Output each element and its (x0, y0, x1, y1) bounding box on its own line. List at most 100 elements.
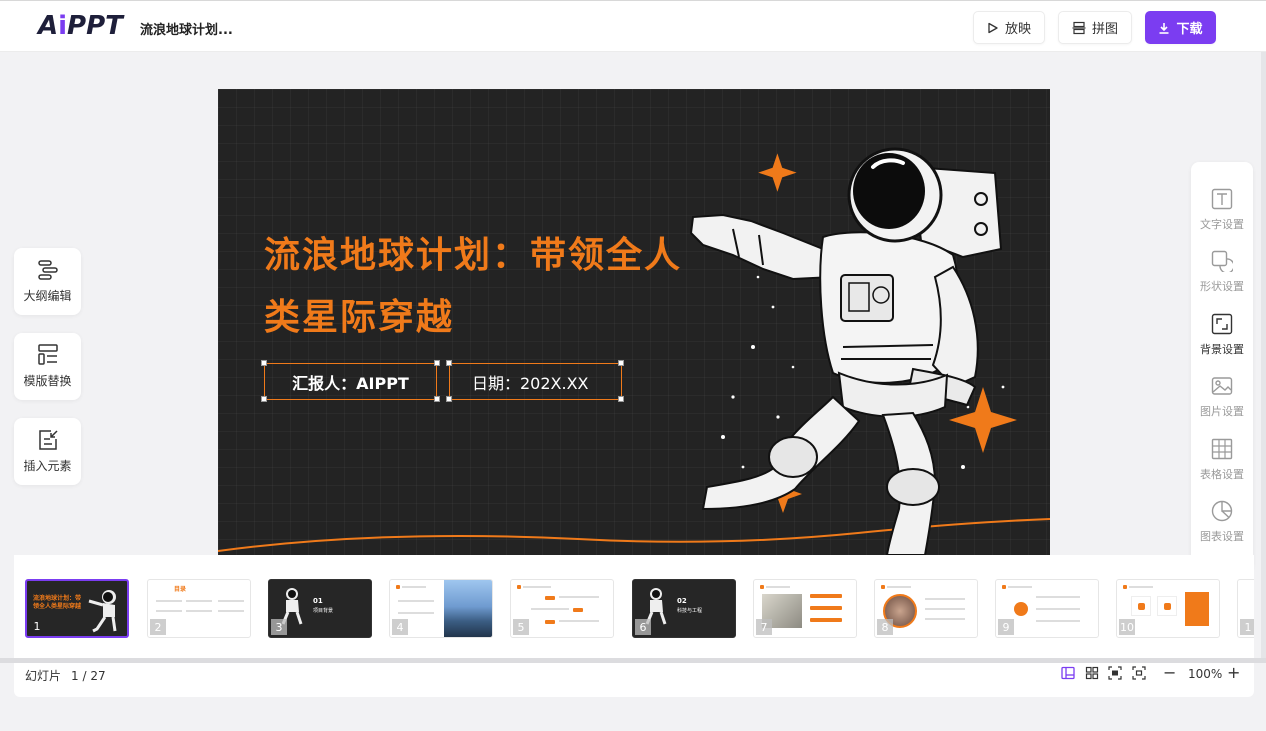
image-settings-button[interactable]: 图片设置 (1191, 375, 1253, 419)
slide-thumbnail[interactable]: 流浪地球计划：带领全人类星际穿越 1 (25, 579, 129, 638)
template-replace-button[interactable]: 模版替换 (14, 333, 81, 400)
city-photo (444, 580, 492, 637)
slide-thumbnail[interactable]: 7 (753, 579, 857, 638)
thumb-line (925, 608, 965, 610)
insert-label: 插入元素 (23, 459, 72, 473)
thumb-line (218, 600, 244, 602)
app-logo[interactable]: AiPPT (38, 11, 123, 41)
chart-settings-label: 图表设置 (1200, 530, 1244, 543)
thumb-line (398, 612, 434, 614)
play-icon (988, 22, 998, 33)
thumb-line (559, 596, 599, 598)
thumb-accent (396, 585, 400, 589)
zoom-in-button[interactable]: + (1227, 663, 1240, 682)
thumb-accent (545, 620, 555, 624)
slide-title[interactable]: 流浪地球计划：带领全人类星际穿越 (264, 225, 704, 349)
thumb-line (156, 600, 182, 602)
selection-handle[interactable] (618, 396, 624, 402)
chart-settings-button[interactable]: 图表设置 (1191, 500, 1253, 544)
thumb-line (156, 610, 182, 612)
thumb-number: 9 (998, 619, 1014, 635)
card-highlight (1185, 592, 1209, 626)
slide-counter-label: 幻灯片 (25, 669, 62, 683)
thumb-subtitle: 项目背景 (313, 608, 334, 614)
shape-icon (1211, 250, 1233, 272)
slide-thumbnail[interactable]: 8 (874, 579, 978, 638)
normal-view-icon[interactable] (1061, 666, 1075, 680)
thumb-line (402, 586, 426, 588)
thumb-line (887, 586, 911, 588)
thumb-title: 目录 (174, 586, 187, 593)
table-settings-button[interactable]: 表格设置 (1191, 438, 1253, 482)
collage-button[interactable]: 拼图 (1058, 11, 1132, 44)
zoom-level: 100% (1188, 667, 1223, 681)
slide-thumbnail[interactable]: 01 项目背景 3 (268, 579, 372, 638)
slide-thumbnail[interactable]: 1 (1237, 579, 1254, 638)
background-icon (1211, 313, 1233, 335)
thumb-number: 6 (635, 619, 651, 635)
slide-thumbnail[interactable]: 9 (995, 579, 1099, 638)
fullscreen-icon[interactable] (1132, 666, 1146, 680)
card (1157, 596, 1177, 616)
thumb-number: 7 (756, 619, 772, 635)
thumb-accent (810, 594, 842, 598)
slide-thumbnail[interactable]: 4 (389, 579, 493, 638)
table-icon (1211, 438, 1233, 460)
shape-settings-button[interactable]: 形状设置 (1191, 250, 1253, 294)
document-title[interactable]: 流浪地球计划... (140, 19, 233, 38)
thumb-line (218, 610, 244, 612)
text-icon (1211, 188, 1233, 210)
astronaut-illustration (689, 147, 1017, 555)
background-settings-button[interactable]: 背景设置 (1191, 313, 1253, 357)
thumb-number: 1 (1240, 619, 1254, 635)
play-button[interactable]: 放映 (973, 11, 1045, 44)
zoom-out-button[interactable]: − (1163, 663, 1176, 682)
download-button[interactable]: 下载 (1145, 11, 1216, 44)
fit-screen-icon[interactable] (1108, 666, 1122, 680)
outline-edit-button[interactable]: 大纲编辑 (14, 248, 81, 315)
thumb-line (925, 618, 965, 620)
selection-handle[interactable] (261, 396, 267, 402)
thumb-number: 2 (150, 619, 166, 635)
date-box[interactable]: 日期：202X.XX (449, 363, 622, 400)
selection-handle[interactable] (434, 396, 440, 402)
slide-thumbnail[interactable]: 02 科技与工程 6 (632, 579, 736, 638)
outline-label: 大纲编辑 (23, 289, 72, 303)
text-settings-label: 文字设置 (1200, 218, 1244, 231)
selection-handle[interactable] (446, 396, 452, 402)
right-edge-scrollbar[interactable] (1261, 52, 1266, 662)
thumb-line (186, 610, 212, 612)
grid-view-icon[interactable] (1085, 666, 1099, 680)
selection-handle[interactable] (446, 360, 452, 366)
thumbnail-list[interactable]: 流浪地球计划：带领全人类星际穿越 1 目录 2 01 项目背景 3 4 5 02… (14, 555, 1254, 655)
slide-counter: 幻灯片 1 / 27 (25, 667, 106, 684)
reporter-box[interactable]: 汇报人：AIPPT (264, 363, 437, 400)
collage-label: 拼图 (1091, 22, 1118, 37)
insert-element-button[interactable]: 插入元素 (14, 418, 81, 485)
selection-handle[interactable] (434, 360, 440, 366)
thumb-section-code: 01 (313, 597, 323, 605)
play-label: 放映 (1004, 22, 1031, 37)
template-icon (37, 344, 58, 365)
thumb-line (559, 620, 599, 622)
thumb-line (1008, 586, 1032, 588)
collage-icon (1072, 21, 1086, 34)
thumb-line (1036, 608, 1080, 610)
image-icon (1211, 377, 1233, 395)
selection-handle[interactable] (618, 360, 624, 366)
thumb-accent (810, 618, 842, 622)
slide-thumbnail[interactable]: 5 (510, 579, 614, 638)
logo-ppt: PPT (67, 11, 123, 41)
slide-thumbnail[interactable]: 目录 2 (147, 579, 251, 638)
outline-icon (37, 260, 58, 280)
selection-handle[interactable] (261, 360, 267, 366)
thumb-section-code: 02 (677, 597, 687, 605)
thumb-line (1036, 620, 1080, 622)
slide-thumbnail[interactable]: 10 (1116, 579, 1220, 638)
text-settings-button[interactable]: 文字设置 (1191, 188, 1253, 232)
thumb-number: 3 (271, 619, 287, 635)
slide-canvas[interactable]: 流浪地球计划：带领全人类星际穿越 汇报人：AIPPT 日期：202X.XX (218, 89, 1050, 555)
thumbnail-scrollbar[interactable] (0, 658, 1266, 663)
card (1131, 596, 1151, 616)
right-settings-panel: 文字设置 形状设置 背景设置 图片设置 表格设置 图表设置 (1191, 162, 1253, 572)
